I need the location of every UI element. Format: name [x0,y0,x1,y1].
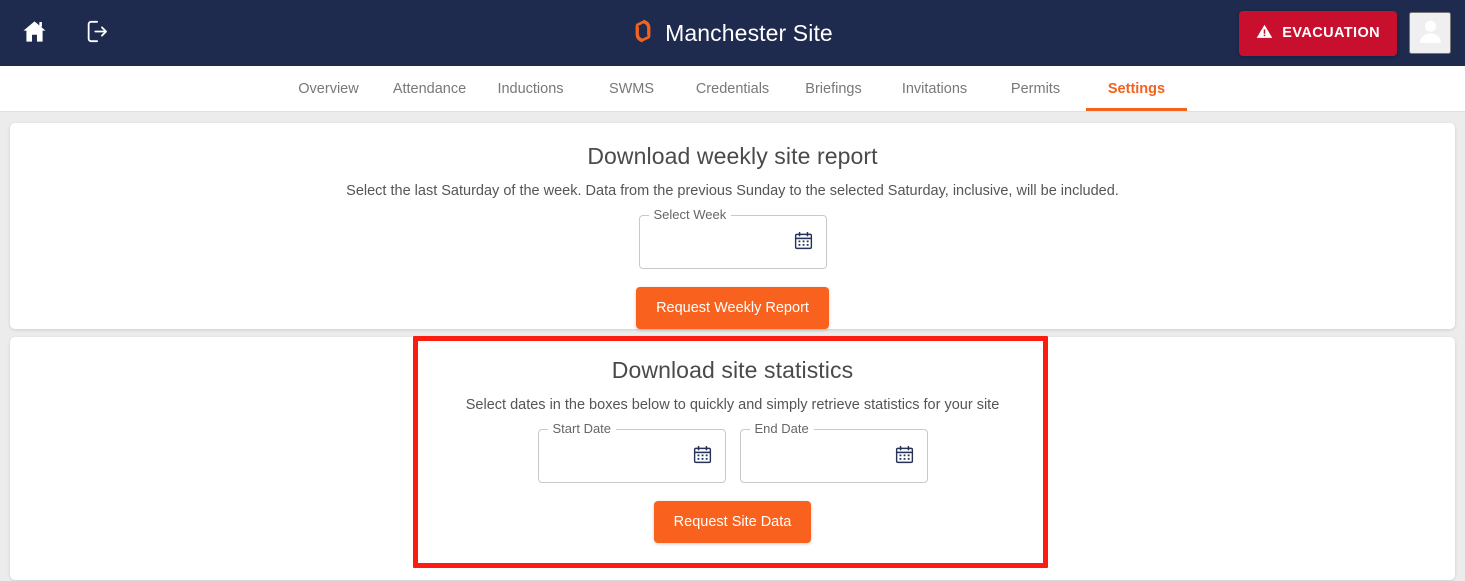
end-date-label: End Date [749,421,814,436]
evacuation-label: EVACUATION [1282,25,1380,41]
start-date-calendar-button[interactable] [691,444,715,468]
end-date-calendar-button[interactable] [893,444,917,468]
request-site-data-button[interactable]: Request Site Data [653,501,812,543]
weekly-report-card: Download weekly site report Select the l… [10,123,1455,329]
end-date-field[interactable]: End Date [739,421,928,483]
settings-page: Download weekly site report Select the l… [0,112,1465,580]
home-button[interactable] [14,13,54,53]
app-header: Manchester Site EVACUATION [0,0,1465,66]
site-statistics-card: Download site statistics Select dates in… [10,336,1455,580]
tab-permits[interactable]: Permits [985,66,1086,111]
tab-inductions[interactable]: Inductions [480,66,581,111]
logout-button[interactable] [76,13,116,53]
select-week-calendar-button[interactable] [792,230,816,254]
tab-credentials[interactable]: Credentials [682,66,783,111]
tab-label: Inductions [497,80,564,97]
home-icon [21,18,48,48]
site-title: Manchester Site [665,19,833,46]
start-date-label: Start Date [547,421,617,436]
weekly-report-subtitle: Select the last Saturday of the week. Da… [346,183,1119,199]
tab-label: Attendance [392,80,467,97]
tab-invitations[interactable]: Invitations [884,66,985,111]
calendar-icon [793,230,814,254]
weekly-report-fields: Select Week [10,207,1455,269]
calendar-icon [894,444,915,468]
site-statistics-title: Download site statistics [611,357,854,383]
site-statistics-subtitle: Select dates in the boxes below to quick… [465,397,1000,413]
tab-label: SWMS [608,80,655,97]
tab-swms[interactable]: SWMS [581,66,682,111]
tab-label: Briefings [805,80,862,97]
calendar-icon [692,444,713,468]
tab-attendance[interactable]: Attendance [379,66,480,111]
start-date-field[interactable]: Start Date [537,421,726,483]
evacuation-button[interactable]: EVACUATION [1239,10,1397,56]
request-weekly-report-button[interactable]: Request Weekly Report [636,287,829,329]
tab-overview[interactable]: Overview [278,66,379,111]
header-left-actions [14,13,116,53]
tab-briefings[interactable]: Briefings [783,66,884,111]
weekly-report-title: Download weekly site report [587,143,878,169]
header-right-actions: EVACUATION [1239,10,1451,56]
tab-label: Settings [1107,80,1166,97]
site-statistics-actions: Request Site Data [10,501,1455,543]
brand-logo-icon [632,19,654,48]
tab-settings[interactable]: Settings [1086,66,1187,111]
tab-label: Permits [1010,80,1061,97]
select-week-field[interactable]: Select Week [638,207,827,269]
tab-label: Invitations [901,80,968,97]
weekly-report-actions: Request Weekly Report [10,287,1455,329]
tab-label: Overview [298,80,359,97]
logout-icon [82,17,111,49]
tab-label: Credentials [695,80,770,97]
warning-triangle-icon [1256,23,1273,44]
site-statistics-fields: Start Date End Date [10,421,1455,483]
person-icon [1416,17,1445,49]
account-button[interactable] [1409,12,1451,54]
main-navigation: Overview Attendance Inductions SWMS Cred… [0,66,1465,112]
select-week-label: Select Week [648,207,732,222]
